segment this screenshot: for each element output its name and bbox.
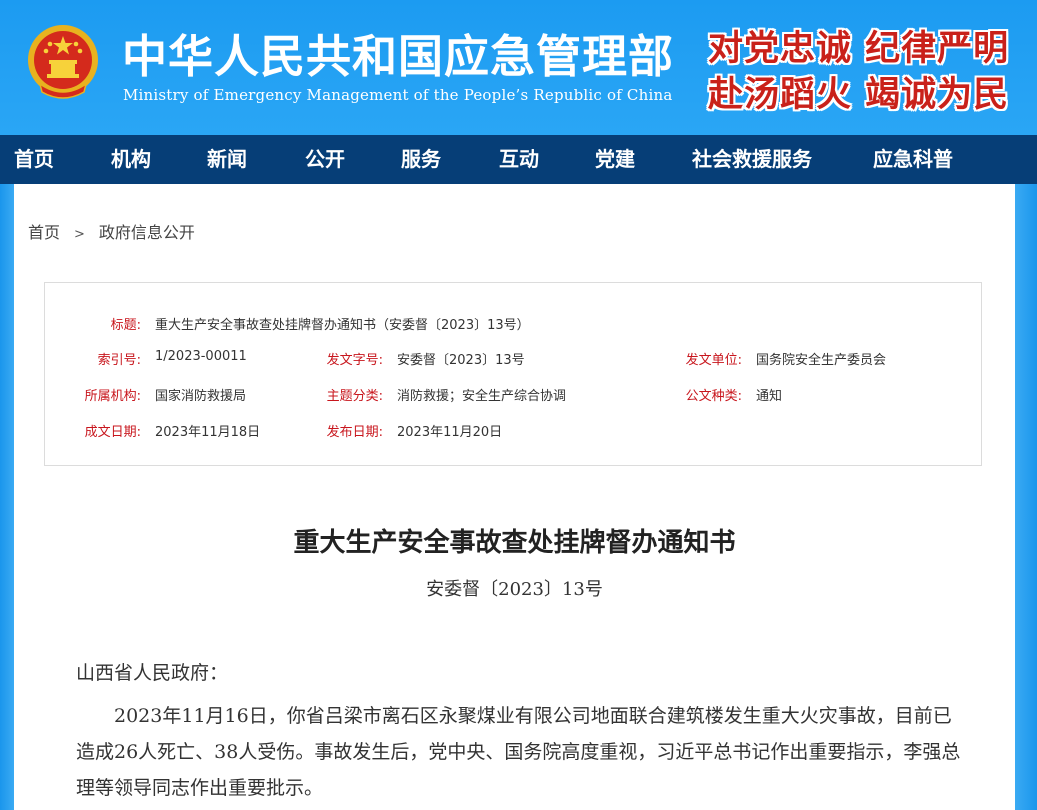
nav-item-public-info[interactable]: 公开 <box>305 135 345 184</box>
side-stripe-right <box>1015 184 1037 810</box>
nav-item-science[interactable]: 应急科普 <box>873 135 953 184</box>
meta-issuer-value: 国务院安全生产委员会 <box>756 353 887 368</box>
document-salutation: 山西省人民政府： <box>76 662 229 684</box>
meta-date-label: 成文日期: <box>84 425 141 440</box>
breadcrumb: 首页 > 政府信息公开 <box>28 219 195 243</box>
document-title: 重大生产安全事故查处挂牌督办通知书 <box>293 528 736 558</box>
meta-org-label: 所属机构: <box>84 389 141 404</box>
site-subtitle: Ministry of Emergency Management of the … <box>123 86 673 104</box>
nav-item-interaction[interactable]: 互动 <box>499 135 539 184</box>
meta-type-value: 通知 <box>756 389 783 404</box>
meta-docno-value: 安委督〔2023〕13号 <box>397 353 525 368</box>
meta-docno-label: 发文字号: <box>326 353 383 368</box>
meta-pubdate-label: 发布日期: <box>326 425 383 440</box>
national-emblem-icon[interactable] <box>26 22 100 102</box>
side-stripe-left <box>0 184 14 810</box>
nav-item-party[interactable]: 党建 <box>595 135 635 184</box>
meta-title-value: 重大生产安全事故查处挂牌督办通知书（安委督〔2023〕13号） <box>155 318 530 333</box>
nav-item-organization[interactable]: 机构 <box>111 135 151 184</box>
breadcrumb-home-link[interactable]: 首页 <box>28 219 60 243</box>
meta-topic-value: 消防救援；安全生产综合协调 <box>397 389 567 404</box>
meta-index-value: 1/2023-00011 <box>155 349 247 364</box>
meta-org-value: 国家消防救援局 <box>155 389 247 404</box>
meta-issuer-label: 发文单位: <box>685 353 742 368</box>
site-header: 中华人民共和国应急管理部 Ministry of Emergency Manag… <box>0 0 1037 135</box>
breadcrumb-current-link[interactable]: 政府信息公开 <box>99 219 195 243</box>
main-content: 首页 > 政府信息公开 标题: 重大生产安全事故查处挂牌督办通知书（安委督〔2023… <box>14 184 1015 810</box>
nav-item-services[interactable]: 服务 <box>401 135 441 184</box>
document-number: 安委督〔2023〕13号 <box>426 579 603 600</box>
nav-item-news[interactable]: 新闻 <box>207 135 247 184</box>
meta-index-label: 索引号: <box>97 353 141 368</box>
nav-item-home[interactable]: 首页 <box>14 135 54 184</box>
document-paragraph: 2023年11月16日，你省吕梁市离石区永聚煤业有限公司地面联合建筑楼发生重大火… <box>76 705 961 799</box>
nav-item-social-rescue[interactable]: 社会救援服务 <box>692 135 812 184</box>
breadcrumb-separator: > <box>74 227 85 242</box>
meta-date-value: 2023年11月18日 <box>155 425 261 440</box>
main-nav: 首页 机构 新闻 公开 服务 互动 党建 社会救援服务 应急科普 <box>0 135 1037 184</box>
slogan-line-2: 赴汤蹈火 竭诚为民 <box>708 74 1010 115</box>
meta-title-label: 标题: <box>110 318 141 333</box>
site-title[interactable]: 中华人民共和国应急管理部 <box>122 20 674 85</box>
meta-topic-label: 主题分类: <box>326 389 383 404</box>
meta-pubdate-value: 2023年11月20日 <box>397 425 503 440</box>
slogan-line-1: 对党忠诚 纪律严明 <box>708 28 1010 69</box>
meta-type-label: 公文种类: <box>685 389 742 404</box>
document-metadata-panel: 标题: 重大生产安全事故查处挂牌督办通知书（安委督〔2023〕13号） 索引号:… <box>44 282 982 466</box>
